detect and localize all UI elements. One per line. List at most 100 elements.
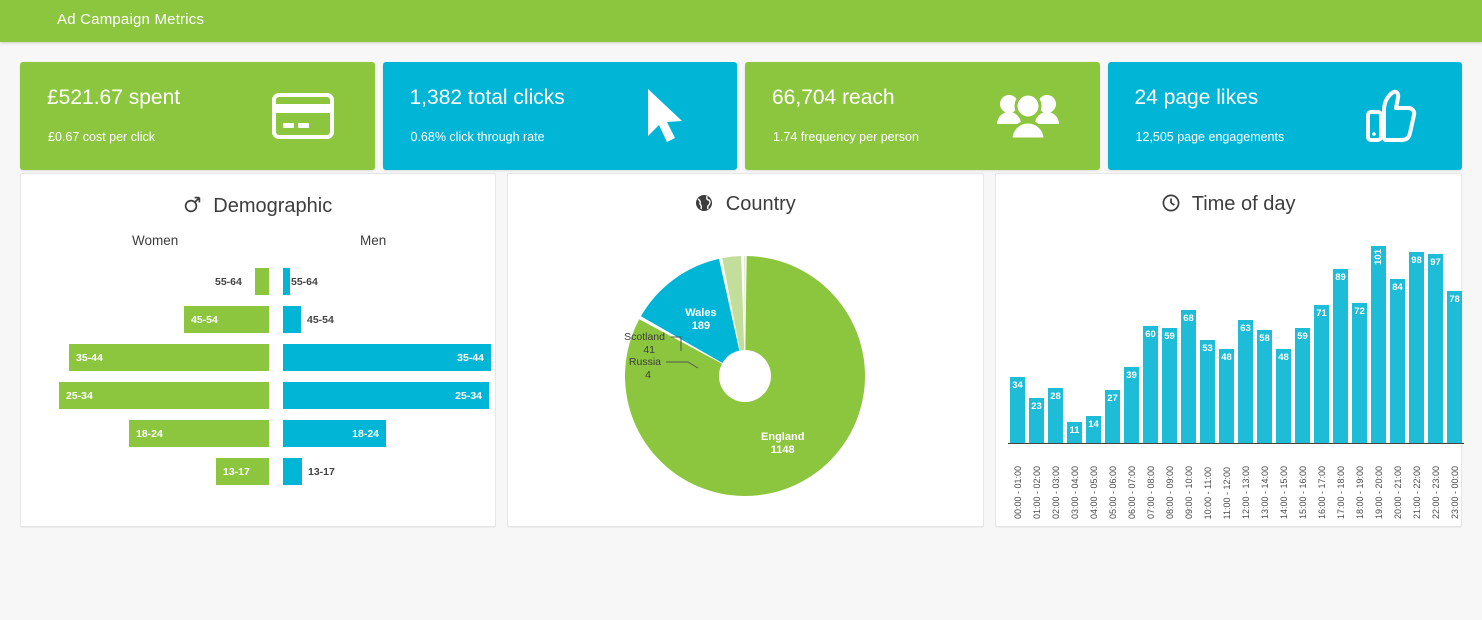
svg-text:Scotland: Scotland [624, 331, 665, 343]
time-of-day-bar-group: 58 [1257, 330, 1272, 443]
time-of-day-bar[interactable]: 34 [1010, 377, 1025, 443]
time-of-day-bar-group: 11 [1067, 422, 1082, 443]
time-of-day-bar[interactable]: 27 [1105, 390, 1120, 443]
time-of-day-axis-label: 16:00 - 17:00 [1317, 466, 1327, 519]
time-of-day-bar[interactable]: 97 [1428, 254, 1443, 443]
time-of-day-bar-group: 14 [1086, 416, 1101, 443]
panel-time-title: Time of day [996, 193, 1461, 216]
time-of-day-bar-group: 53 [1200, 340, 1215, 443]
thumbs-up-icon [1356, 85, 1424, 147]
time-of-day-axis-label: 10:00 - 11:00 [1203, 467, 1213, 519]
demographic-bar-women[interactable] [255, 268, 269, 295]
time-of-day-bar[interactable]: 23 [1029, 398, 1044, 443]
demographic-row: 55-6455-64 [21, 268, 495, 295]
time-of-day-bar-value: 60 [1143, 330, 1158, 340]
demographic-bar-men[interactable]: 35-44 [283, 344, 491, 371]
time-of-day-axis-label: 09:00 - 10:00 [1184, 466, 1194, 519]
time-of-day-bar[interactable]: 72 [1352, 303, 1367, 443]
svg-text:England: England [761, 431, 804, 443]
time-of-day-axis-label: 23:00 - 00:00 [1450, 466, 1460, 519]
demographic-row: 13-1713-17 [21, 458, 495, 485]
time-of-day-bar[interactable]: 48 [1219, 349, 1234, 443]
kpi-value: 1,382 total clicks [410, 86, 565, 110]
demographic-bar-men[interactable]: 18-24 [283, 420, 386, 447]
page-title: Ad Campaign Metrics [57, 11, 204, 28]
time-of-day-bar[interactable]: 59 [1162, 328, 1177, 443]
time-of-day-bar[interactable]: 63 [1238, 320, 1253, 443]
demographic-column-headers: Women Men [21, 233, 495, 251]
demographic-bar-women[interactable]: 35-44 [69, 344, 269, 371]
time-of-day-bar[interactable]: 98 [1409, 252, 1424, 443]
time-of-day-axis-label: 07:00 - 08:00 [1146, 466, 1156, 519]
panel-title-text: Time of day [1192, 193, 1296, 215]
panel-title-text: Demographic [213, 195, 332, 217]
time-of-day-axis-label: 08:00 - 09:00 [1165, 466, 1175, 519]
svg-text:4: 4 [645, 369, 651, 381]
time-of-day-bar-group: 60 [1143, 326, 1158, 443]
time-of-day-axis-label: 21:00 - 22:00 [1412, 466, 1422, 519]
time-of-day-bar[interactable]: 11 [1067, 422, 1082, 443]
time-of-day-bar[interactable]: 48 [1276, 349, 1291, 443]
time-of-day-bar[interactable]: 84 [1390, 279, 1405, 443]
time-of-day-bar-group: 98 [1409, 252, 1424, 443]
svg-text:Wales: Wales [685, 307, 716, 319]
time-of-day-axis-label: 03:00 - 04:00 [1070, 466, 1080, 519]
time-of-day-bar[interactable]: 28 [1048, 388, 1063, 443]
demographic-bar-men[interactable] [283, 268, 290, 295]
time-of-day-bar-group: 59 [1162, 328, 1177, 443]
time-of-day-bar[interactable]: 60 [1143, 326, 1158, 443]
people-group-icon [994, 85, 1062, 147]
demographic-bar-women[interactable]: 45-54 [184, 306, 269, 333]
demographic-bar-men[interactable]: 25-34 [283, 382, 489, 409]
time-of-day-bar-value: 72 [1352, 307, 1367, 317]
clock-icon [1162, 194, 1180, 212]
country-pie-slice[interactable] [744, 256, 745, 350]
time-of-day-bar-value: 98 [1409, 256, 1424, 266]
time-of-day-bar-value: 101 [1374, 249, 1384, 265]
time-of-day-bar-value: 53 [1200, 344, 1215, 354]
time-of-day-bar-value: 59 [1162, 332, 1177, 342]
panel-country-title: Country [508, 193, 983, 216]
time-of-day-bar[interactable]: 59 [1295, 328, 1310, 443]
time-of-day-chart: 3423281114273960596853486358485971897210… [1008, 236, 1464, 521]
time-of-day-axis-label: 14:00 - 15:00 [1279, 466, 1289, 519]
svg-text:1148: 1148 [771, 444, 795, 456]
kpi-card-reach[interactable]: 66,704 reach 1.74 frequency per person [745, 62, 1100, 170]
time-of-day-bar-value: 58 [1257, 334, 1272, 344]
panel-demographic: Demographic Women Men 55-6455-6445-5445-… [20, 173, 496, 527]
kpi-card-clicks[interactable]: 1,382 total clicks 0.68% click through r… [383, 62, 738, 170]
demographic-bar-men[interactable] [283, 306, 301, 333]
time-of-day-bar[interactable]: 89 [1333, 269, 1348, 443]
globe-icon [695, 194, 713, 212]
kpi-value: 66,704 reach [772, 86, 895, 110]
demographic-bar-women[interactable]: 18-24 [129, 420, 269, 447]
time-of-day-bar-value: 63 [1238, 324, 1253, 334]
time-of-day-axis-label: 00:00 - 01:00 [1013, 466, 1023, 519]
kpi-subtitle: 1.74 frequency per person [773, 130, 919, 144]
kpi-card-row: £521.67 spent £0.67 cost per click 1,382… [20, 62, 1462, 170]
demographic-bar-women[interactable]: 13-17 [216, 458, 269, 485]
time-of-day-bar-value: 27 [1105, 394, 1120, 404]
time-of-day-bar[interactable]: 78 [1447, 291, 1462, 443]
country-donut-chart: England1148Wales189Scotland41Russia4 [508, 226, 983, 526]
demographic-bar-men[interactable] [283, 458, 302, 485]
demographic-bar-men-label: 55-64 [291, 268, 318, 295]
time-of-day-bar[interactable]: 68 [1181, 310, 1196, 443]
kpi-card-spent[interactable]: £521.67 spent £0.67 cost per click [20, 62, 375, 170]
credit-card-icon [269, 85, 337, 147]
demographic-row: 18-24 18-24 [21, 420, 495, 447]
time-of-day-bar-value: 11 [1067, 426, 1082, 436]
time-of-day-bar-group: 28 [1048, 388, 1063, 443]
kpi-value: 24 page likes [1135, 86, 1259, 110]
time-of-day-bar[interactable]: 39 [1124, 367, 1139, 443]
time-of-day-bar[interactable]: 53 [1200, 340, 1215, 443]
time-of-day-bar[interactable]: 58 [1257, 330, 1272, 443]
time-of-day-bar-group: 84 [1390, 279, 1405, 443]
demographic-bar-women[interactable]: 25-34 [59, 382, 269, 409]
time-of-day-bar[interactable]: 14 [1086, 416, 1101, 443]
time-of-day-bar-value: 97 [1428, 258, 1443, 268]
time-of-day-bar-value: 34 [1010, 381, 1025, 391]
kpi-card-likes[interactable]: 24 page likes 12,505 page engagements [1108, 62, 1463, 170]
time-of-day-bar[interactable]: 101 [1371, 246, 1386, 443]
time-of-day-bar[interactable]: 71 [1314, 305, 1329, 443]
